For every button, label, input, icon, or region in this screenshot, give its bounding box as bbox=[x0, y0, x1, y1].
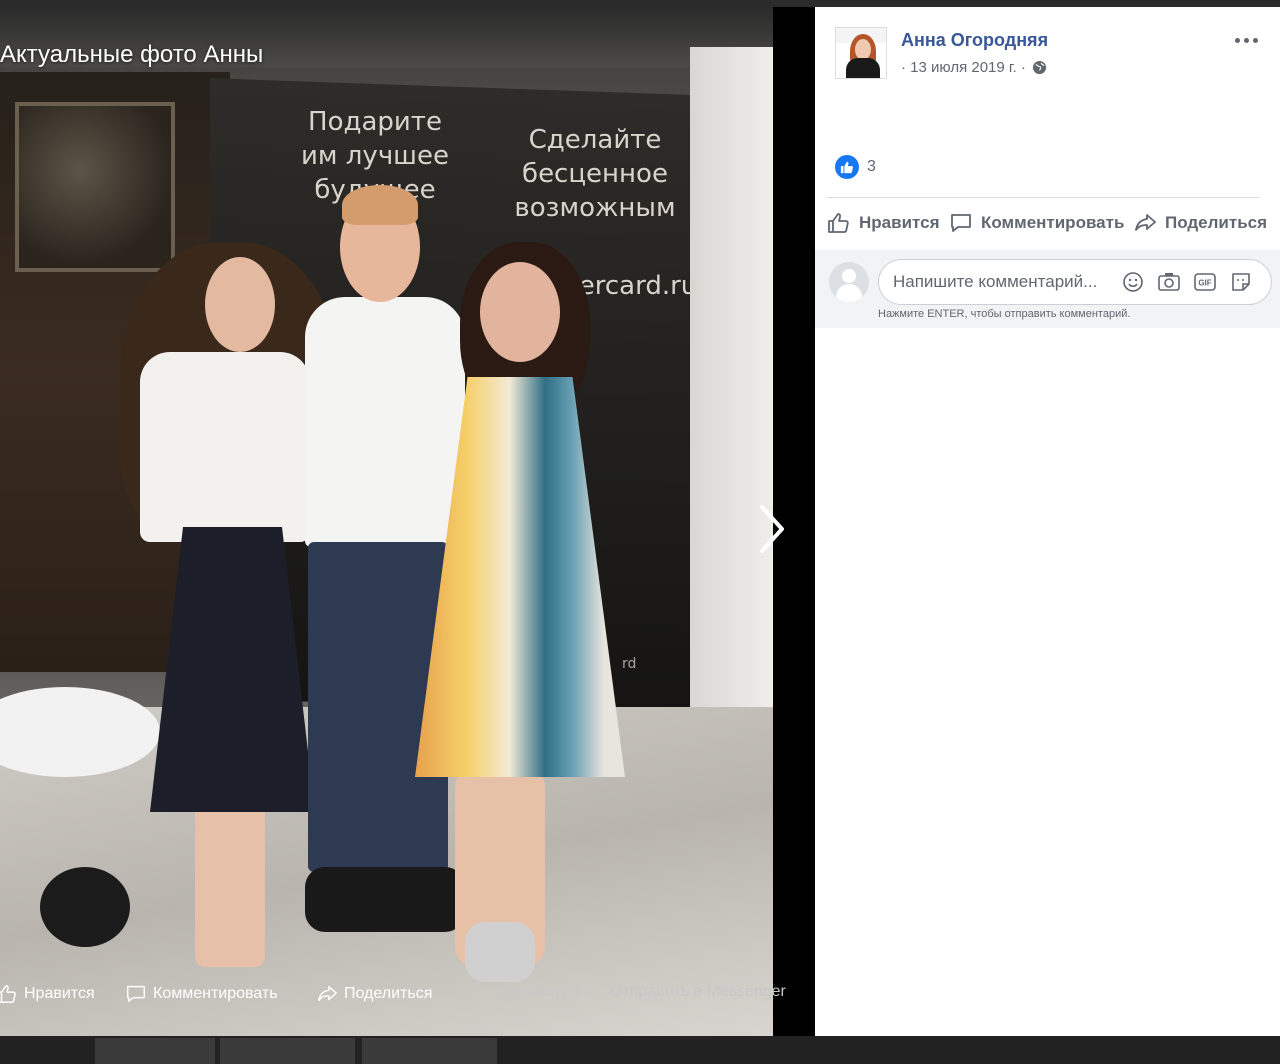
photo-viewer: Подарите им лучшее будущее Сделайте бесц… bbox=[0, 7, 815, 1036]
avatar-face bbox=[855, 39, 871, 60]
photo-comment-label: Комментировать bbox=[153, 985, 278, 1002]
comment-composer: GIF Нажмите ENTER, чтобы отправить комме… bbox=[815, 250, 1280, 328]
comment-icon bbox=[127, 985, 145, 1003]
avatar-shoulders bbox=[836, 284, 862, 302]
current-user-avatar bbox=[829, 262, 869, 302]
gif-icon[interactable]: GIF bbox=[1193, 270, 1217, 294]
camera-icon[interactable] bbox=[1157, 270, 1181, 294]
photo-wall bbox=[690, 47, 773, 747]
background-page-bottom bbox=[0, 1036, 1280, 1064]
like-icon bbox=[840, 161, 853, 174]
post-actions-bar: Нравится Комментировать Поделиться bbox=[827, 207, 1267, 241]
dot-icon bbox=[1235, 38, 1240, 43]
reactions-summary[interactable]: 3 bbox=[835, 155, 876, 179]
person-left-face bbox=[205, 257, 275, 352]
album-title[interactable]: Актуальные фото Анны bbox=[0, 41, 263, 69]
avatar-body bbox=[846, 58, 880, 78]
comment-input-box[interactable]: GIF bbox=[878, 259, 1272, 305]
avatar-head bbox=[842, 269, 856, 283]
comment-input[interactable] bbox=[893, 268, 1113, 296]
share-icon bbox=[1135, 214, 1156, 231]
post-comment-label: Комментировать bbox=[981, 213, 1125, 232]
photo-comment-button[interactable]: Комментировать bbox=[125, 983, 278, 1005]
photo-table-shadow bbox=[40, 867, 130, 947]
post-date-text[interactable]: · 13 июля 2019 г. · bbox=[901, 59, 1026, 76]
background-block bbox=[95, 1038, 215, 1064]
dot-icon bbox=[1253, 38, 1258, 43]
like-reaction-icon bbox=[835, 155, 859, 179]
sticker-icon[interactable] bbox=[1229, 270, 1253, 294]
person-right-face bbox=[480, 262, 560, 362]
person-middle-hair bbox=[342, 185, 418, 225]
globe-icon[interactable] bbox=[1032, 60, 1047, 75]
send-messenger-link[interactable]: Отправить в Messenger bbox=[610, 983, 786, 1001]
photo-share-button[interactable]: Поделиться bbox=[316, 983, 432, 1005]
post-like-label: Нравится bbox=[859, 213, 940, 232]
photo-like-button[interactable]: Нравится bbox=[0, 983, 95, 1005]
chevron-right-icon bbox=[760, 505, 784, 553]
photo-share-label: Поделиться bbox=[344, 985, 433, 1002]
dot-icon bbox=[1244, 38, 1249, 43]
post-side-panel: Анна Огородняя · 13 июля 2019 г. · 3 Нра… bbox=[815, 7, 1280, 1036]
banner-card-text: rd bbox=[622, 656, 637, 672]
thumbs-up-icon bbox=[828, 213, 849, 233]
reaction-count: 3 bbox=[867, 158, 876, 175]
author-avatar[interactable] bbox=[835, 27, 887, 79]
divider bbox=[827, 197, 1260, 198]
comment-attachments: GIF bbox=[1121, 270, 1253, 294]
person-middle-shoes bbox=[305, 867, 465, 932]
photo-actions-bar: Нравится Комментировать Поделиться Парам… bbox=[0, 975, 815, 1015]
next-photo-button[interactable] bbox=[752, 499, 792, 559]
post-like-button[interactable]: Нравится bbox=[827, 211, 940, 235]
svg-text:GIF: GIF bbox=[1198, 279, 1211, 288]
person-right-shoes bbox=[465, 922, 535, 982]
post-share-label: Поделиться bbox=[1165, 213, 1268, 232]
author-name-link[interactable]: Анна Огородняя bbox=[901, 30, 1048, 51]
background-page-top bbox=[0, 0, 1280, 7]
person-left-legs bbox=[195, 797, 265, 967]
photo-window bbox=[15, 102, 175, 272]
post-share-button[interactable]: Поделиться bbox=[1133, 211, 1267, 235]
background-block bbox=[220, 1038, 355, 1064]
background-block bbox=[362, 1038, 497, 1064]
comment-icon bbox=[951, 214, 971, 232]
thumbs-up-icon bbox=[0, 985, 16, 1003]
post-date: · 13 июля 2019 г. · bbox=[901, 59, 1047, 76]
emoji-icon[interactable] bbox=[1121, 270, 1145, 294]
person-middle-shirt bbox=[305, 297, 465, 547]
person-left-shirt bbox=[140, 352, 310, 542]
post-comment-button[interactable]: Комментировать bbox=[949, 211, 1124, 235]
photo-like-label: Нравится bbox=[24, 985, 95, 1002]
comment-hint: Нажмите ENTER, чтобы отправить комментар… bbox=[878, 308, 1131, 320]
share-icon bbox=[318, 985, 337, 1002]
photo-options-link[interactable]: Параметры bbox=[496, 983, 581, 1001]
event-photo: Подарите им лучшее будущее Сделайте бесц… bbox=[0, 7, 773, 1036]
more-options-button[interactable] bbox=[1233, 29, 1261, 51]
banner-text-right: Сделайте бесценное возможным bbox=[514, 125, 676, 223]
